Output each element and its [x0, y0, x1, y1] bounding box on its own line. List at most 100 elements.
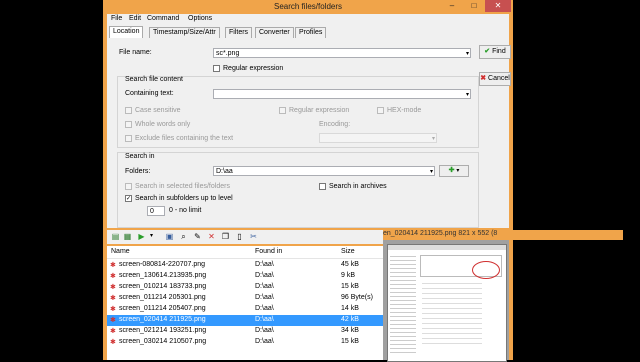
found-in-cell: D:\aa\	[255, 327, 274, 334]
table-row[interactable]: ✱ screen_130614.213935.png D:\aa\ 9 kB	[107, 271, 383, 282]
tab-converter[interactable]: Converter	[255, 27, 294, 38]
file-image-icon: ✱	[110, 273, 116, 280]
column-found-in[interactable]: Found in	[255, 248, 282, 255]
menu-edit[interactable]: Edit	[129, 15, 141, 22]
title-bar[interactable]: Search files/folders – □ ✕	[103, 0, 513, 14]
chevron-down-icon[interactable]: ▾	[466, 49, 469, 59]
folders-input[interactable]: D:\aa ▾	[213, 166, 435, 176]
archives-label: Search in archives	[329, 183, 387, 190]
tab-location[interactable]: Location	[109, 26, 144, 38]
tab-strip: Location Timestamp/Size/Attr Filters Con…	[107, 25, 509, 38]
file-name-cell: screen_020414 211925.png	[119, 316, 206, 323]
chevron-down-icon[interactable]: ▾	[432, 134, 435, 144]
tab-profiles[interactable]: Profiles	[295, 27, 327, 38]
preview-thumb-titlebar	[388, 245, 506, 250]
file-name-cell: screen_011214 205407.png	[119, 305, 206, 312]
size-cell: 42 kB	[341, 316, 359, 323]
table-row[interactable]: ✱ screen-080814-220707.png D:\aa\ 45 kB	[107, 260, 383, 271]
containing-text-label: Containing text:	[125, 90, 174, 97]
column-size[interactable]: Size	[341, 248, 355, 255]
find-label: Find	[492, 48, 506, 55]
found-in-cell: D:\aa\	[255, 338, 274, 345]
level-spinner[interactable]: 0	[147, 206, 165, 216]
archives-checkbox[interactable]	[319, 183, 326, 190]
file-image-icon: ✱	[110, 317, 116, 324]
edit-icon[interactable]: ✎	[193, 232, 202, 241]
exclude-label: Exclude files containing the text	[135, 135, 234, 142]
found-in-cell: D:\aa\	[255, 294, 274, 301]
search-icon[interactable]: ⌕	[179, 232, 188, 241]
tab-filters[interactable]: Filters	[225, 27, 253, 38]
regex-checkbox[interactable]	[213, 65, 220, 72]
chevron-down-icon[interactable]: ▾	[430, 167, 433, 177]
content-group-title: Search file content	[125, 76, 183, 83]
file-image-icon: ✱	[110, 284, 116, 291]
cancel-button[interactable]: ✖ Cancel	[479, 72, 511, 86]
copy-icon[interactable]: ❐	[221, 232, 230, 241]
table-row[interactable]: ✱ screen_010214 183733.png D:\aa\ 15 kB	[107, 282, 383, 293]
whole-words-checkbox[interactable]	[125, 121, 132, 128]
feed-to-listbox-icon[interactable]: ▤	[111, 232, 120, 241]
table-row[interactable]: ✱ screen_021214 193251.png D:\aa\ 34 kB	[107, 326, 383, 337]
size-cell: 96 Byte(s)	[341, 294, 373, 301]
table-row[interactable]: ✱ screen_011214 205407.png D:\aa\ 14 kB	[107, 304, 383, 315]
encoding-select[interactable]: ▾	[319, 133, 437, 143]
content-regex-checkbox[interactable]	[279, 107, 286, 114]
menu-bar: File Edit Command Options	[107, 14, 509, 25]
view-icon[interactable]: ▣	[165, 232, 174, 241]
cut-icon[interactable]: ✂	[249, 232, 258, 241]
cancel-label: Cancel	[488, 75, 510, 82]
maximize-button[interactable]: □	[463, 0, 485, 12]
right-backdrop	[513, 0, 640, 360]
dropdown-icon[interactable]: ▾	[147, 232, 156, 241]
file-name-value: sc*.png	[216, 50, 240, 57]
file-name-input[interactable]: sc*.png ▾	[213, 48, 471, 58]
plus-icon: ✚	[448, 167, 455, 174]
minimize-button[interactable]: –	[441, 0, 463, 12]
play-icon[interactable]: ▶	[137, 232, 146, 241]
exclude-checkbox[interactable]	[125, 135, 132, 142]
menu-command[interactable]: Command	[147, 15, 179, 22]
search-window: Search files/folders – □ ✕ File Edit Com…	[103, 0, 623, 362]
search-in-group	[117, 152, 479, 228]
column-name[interactable]: Name	[111, 248, 130, 255]
tab-timestamp[interactable]: Timestamp/Size/Attr	[149, 27, 220, 38]
selected-files-checkbox[interactable]	[125, 183, 132, 190]
chevron-down-icon: ▾	[456, 168, 460, 174]
location-panel: File name: sc*.png ▾ Regular expression …	[107, 38, 509, 228]
preview-highlight-circle	[472, 261, 500, 279]
find-button[interactable]: ✔ Find	[479, 45, 511, 59]
chevron-down-icon[interactable]: ▾	[466, 90, 469, 100]
results-list: Name Found in Size ✱ screen-080814-220707…	[107, 246, 383, 360]
cancel-icon: ✖	[480, 75, 487, 82]
file-name-label: File name:	[119, 49, 152, 56]
containing-text-input[interactable]: ▾	[213, 89, 471, 99]
level-value: 0	[150, 208, 154, 215]
hex-mode-checkbox[interactable]	[377, 107, 384, 114]
left-backdrop	[0, 0, 103, 360]
table-row[interactable]: ✱ screen_011214 205301.png D:\aa\ 96 Byte(s…	[107, 293, 383, 304]
table-row[interactable]: ✱ screen_030214 210507.png D:\aa\ 15 kB	[107, 337, 383, 348]
size-cell: 45 kB	[341, 261, 359, 268]
subfolders-checkbox[interactable]: ✓	[125, 195, 132, 202]
menu-options[interactable]: Options	[188, 15, 212, 22]
paste-icon[interactable]: ▯	[235, 232, 244, 241]
case-sensitive-checkbox[interactable]	[125, 107, 132, 114]
file-image-icon: ✱	[110, 339, 116, 346]
table-row[interactable]: ✱ screen_020414 211925.png D:\aa\ 42 kB	[107, 315, 383, 326]
content-regex-label: Regular expression	[289, 107, 350, 114]
size-cell: 15 kB	[341, 338, 359, 345]
file-name-cell: screen_030214 210507.png	[119, 338, 207, 345]
selected-files-label: Search in selected files/folders	[135, 183, 230, 190]
folders-value: D:\aa	[216, 168, 233, 175]
add-folder-button[interactable]: ✚ ▾	[439, 165, 469, 177]
size-cell: 15 kB	[341, 283, 359, 290]
preview-image	[387, 244, 507, 362]
close-button[interactable]: ✕	[485, 0, 511, 12]
go-to-file-icon[interactable]: ▦	[123, 232, 132, 241]
delete-icon[interactable]: ✕	[207, 232, 216, 241]
preview-thumb-list	[422, 279, 482, 345]
file-image-icon: ✱	[110, 262, 116, 269]
menu-file[interactable]: File	[111, 15, 122, 22]
file-name-cell: screen_130614.213935.png	[119, 272, 207, 279]
